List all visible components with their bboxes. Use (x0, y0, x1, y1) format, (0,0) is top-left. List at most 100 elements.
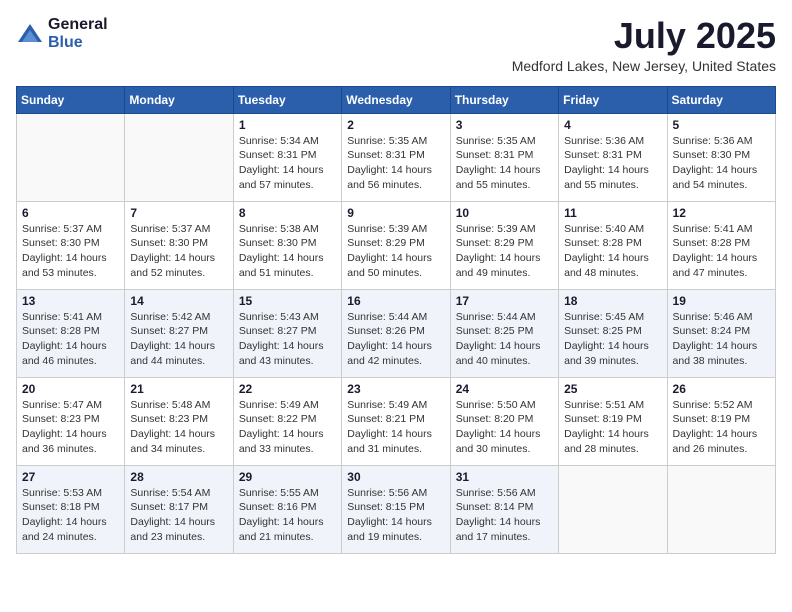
calendar-day-cell: 28Sunrise: 5:54 AM Sunset: 8:17 PM Dayli… (125, 465, 233, 553)
day-info: Sunrise: 5:37 AM Sunset: 8:30 PM Dayligh… (130, 222, 227, 281)
calendar-day-cell: 31 Sunrise: 5:56 AM Sunset: 8:14 PM Dayli… (450, 465, 558, 553)
calendar-day-cell: 9 Sunrise: 5:39 AM Sunset: 8:29 PM Daylig… (342, 201, 450, 289)
location-subtitle: Medford Lakes, New Jersey, United States (512, 58, 776, 74)
calendar-day-cell: 17Sunrise: 5:44 AM Sunset: 8:25 PM Dayli… (450, 289, 558, 377)
calendar-day-cell: 27 Sunrise: 5:53 AM Sunset: 8:18 PM Dayli… (17, 465, 125, 553)
day-info: Sunrise: 5:34 AM Sunset: 8:31 PM Dayligh… (239, 134, 336, 193)
day-number: 24 (456, 382, 553, 396)
day-number: 14 (130, 294, 227, 308)
day-info: Sunrise: 5:38 AM Sunset: 8:30 PM Dayligh… (239, 222, 336, 281)
calendar-day-cell: 15Sunrise: 5:43 AM Sunset: 8:27 PM Dayli… (233, 289, 341, 377)
calendar-day-cell: 23 Sunrise: 5:49 AM Sunset: 8:21 PM Dayli… (342, 377, 450, 465)
day-number: 19 (673, 294, 770, 308)
calendar-col-header: Wednesday (342, 86, 450, 113)
calendar-day-cell: 6 Sunrise: 5:37 AM Sunset: 8:30 PM Daylig… (17, 201, 125, 289)
calendar-day-cell: 25Sunrise: 5:51 AM Sunset: 8:19 PM Dayli… (559, 377, 667, 465)
day-number: 31 (456, 470, 553, 484)
day-info: Sunrise: 5:39 AM Sunset: 8:29 PM Dayligh… (347, 222, 444, 281)
calendar-day-cell (125, 113, 233, 201)
day-info: Sunrise: 5:36 AM Sunset: 8:30 PM Dayligh… (673, 134, 770, 193)
calendar-day-cell: 16 Sunrise: 5:44 AM Sunset: 8:26 PM Dayli… (342, 289, 450, 377)
calendar-col-header: Tuesday (233, 86, 341, 113)
calendar-week-row: 6 Sunrise: 5:37 AM Sunset: 8:30 PM Daylig… (17, 201, 776, 289)
day-number: 10 (456, 206, 553, 220)
day-number: 30 (347, 470, 444, 484)
day-number: 13 (22, 294, 119, 308)
calendar-day-cell: 20Sunrise: 5:47 AM Sunset: 8:23 PM Dayli… (17, 377, 125, 465)
calendar-week-row: 1 Sunrise: 5:34 AM Sunset: 8:31 PM Daylig… (17, 113, 776, 201)
calendar-day-cell: 10Sunrise: 5:39 AM Sunset: 8:29 PM Dayli… (450, 201, 558, 289)
calendar-week-row: 20Sunrise: 5:47 AM Sunset: 8:23 PM Dayli… (17, 377, 776, 465)
logo-blue: Blue (48, 34, 108, 52)
day-info: Sunrise: 5:49 AM Sunset: 8:21 PM Dayligh… (347, 398, 444, 457)
day-number: 20 (22, 382, 119, 396)
day-number: 12 (673, 206, 770, 220)
logo-icon (16, 20, 44, 48)
calendar-day-cell: 1 Sunrise: 5:34 AM Sunset: 8:31 PM Daylig… (233, 113, 341, 201)
day-info: Sunrise: 5:51 AM Sunset: 8:19 PM Dayligh… (564, 398, 661, 457)
calendar-col-header: Sunday (17, 86, 125, 113)
calendar-day-cell: 5 Sunrise: 5:36 AM Sunset: 8:30 PM Daylig… (667, 113, 775, 201)
day-number: 5 (673, 118, 770, 132)
day-info: Sunrise: 5:45 AM Sunset: 8:25 PM Dayligh… (564, 310, 661, 369)
day-info: Sunrise: 5:50 AM Sunset: 8:20 PM Dayligh… (456, 398, 553, 457)
calendar-day-cell: 22Sunrise: 5:49 AM Sunset: 8:22 PM Dayli… (233, 377, 341, 465)
calendar-day-cell: 21Sunrise: 5:48 AM Sunset: 8:23 PM Dayli… (125, 377, 233, 465)
calendar-day-cell: 29 Sunrise: 5:55 AM Sunset: 8:16 PM Dayli… (233, 465, 341, 553)
day-info: Sunrise: 5:56 AM Sunset: 8:14 PM Dayligh… (456, 486, 553, 545)
calendar-day-cell (559, 465, 667, 553)
day-number: 9 (347, 206, 444, 220)
day-number: 26 (673, 382, 770, 396)
calendar-header-row: SundayMondayTuesdayWednesdayThursdayFrid… (17, 86, 776, 113)
day-number: 23 (347, 382, 444, 396)
day-number: 4 (564, 118, 661, 132)
day-info: Sunrise: 5:37 AM Sunset: 8:30 PM Dayligh… (22, 222, 119, 281)
day-number: 6 (22, 206, 119, 220)
day-number: 1 (239, 118, 336, 132)
day-info: Sunrise: 5:48 AM Sunset: 8:23 PM Dayligh… (130, 398, 227, 457)
calendar-day-cell: 24 Sunrise: 5:50 AM Sunset: 8:20 PM Dayli… (450, 377, 558, 465)
logo-text: General Blue (48, 16, 108, 51)
day-info: Sunrise: 5:35 AM Sunset: 8:31 PM Dayligh… (456, 134, 553, 193)
day-info: Sunrise: 5:53 AM Sunset: 8:18 PM Dayligh… (22, 486, 119, 545)
day-info: Sunrise: 5:40 AM Sunset: 8:28 PM Dayligh… (564, 222, 661, 281)
day-info: Sunrise: 5:41 AM Sunset: 8:28 PM Dayligh… (22, 310, 119, 369)
day-info: Sunrise: 5:46 AM Sunset: 8:24 PM Dayligh… (673, 310, 770, 369)
calendar-week-row: 27 Sunrise: 5:53 AM Sunset: 8:18 PM Dayli… (17, 465, 776, 553)
calendar-col-header: Monday (125, 86, 233, 113)
day-info: Sunrise: 5:41 AM Sunset: 8:28 PM Dayligh… (673, 222, 770, 281)
calendar-col-header: Thursday (450, 86, 558, 113)
day-number: 27 (22, 470, 119, 484)
calendar-day-cell: 8 Sunrise: 5:38 AM Sunset: 8:30 PM Daylig… (233, 201, 341, 289)
day-info: Sunrise: 5:55 AM Sunset: 8:16 PM Dayligh… (239, 486, 336, 545)
day-number: 29 (239, 470, 336, 484)
day-info: Sunrise: 5:44 AM Sunset: 8:26 PM Dayligh… (347, 310, 444, 369)
day-info: Sunrise: 5:35 AM Sunset: 8:31 PM Dayligh… (347, 134, 444, 193)
day-number: 16 (347, 294, 444, 308)
day-info: Sunrise: 5:42 AM Sunset: 8:27 PM Dayligh… (130, 310, 227, 369)
calendar-day-cell: 14 Sunrise: 5:42 AM Sunset: 8:27 PM Dayli… (125, 289, 233, 377)
calendar-table: SundayMondayTuesdayWednesdayThursdayFrid… (16, 86, 776, 554)
calendar-col-header: Friday (559, 86, 667, 113)
calendar-day-cell: 7Sunrise: 5:37 AM Sunset: 8:30 PM Daylig… (125, 201, 233, 289)
day-number: 22 (239, 382, 336, 396)
calendar-day-cell: 19 Sunrise: 5:46 AM Sunset: 8:24 PM Dayli… (667, 289, 775, 377)
calendar-day-cell: 4Sunrise: 5:36 AM Sunset: 8:31 PM Daylig… (559, 113, 667, 201)
day-number: 8 (239, 206, 336, 220)
calendar-day-cell (17, 113, 125, 201)
calendar-day-cell: 30 Sunrise: 5:56 AM Sunset: 8:15 PM Dayli… (342, 465, 450, 553)
calendar-week-row: 13 Sunrise: 5:41 AM Sunset: 8:28 PM Dayli… (17, 289, 776, 377)
day-info: Sunrise: 5:43 AM Sunset: 8:27 PM Dayligh… (239, 310, 336, 369)
day-info: Sunrise: 5:44 AM Sunset: 8:25 PM Dayligh… (456, 310, 553, 369)
day-number: 2 (347, 118, 444, 132)
calendar-day-cell (667, 465, 775, 553)
calendar-col-header: Saturday (667, 86, 775, 113)
calendar-day-cell: 2 Sunrise: 5:35 AM Sunset: 8:31 PM Daylig… (342, 113, 450, 201)
logo-general: General (48, 16, 108, 34)
day-number: 11 (564, 206, 661, 220)
page-header: General Blue July 2025 Medford Lakes, Ne… (16, 16, 776, 74)
day-number: 28 (130, 470, 227, 484)
day-info: Sunrise: 5:56 AM Sunset: 8:15 PM Dayligh… (347, 486, 444, 545)
calendar-day-cell: 12 Sunrise: 5:41 AM Sunset: 8:28 PM Dayli… (667, 201, 775, 289)
day-info: Sunrise: 5:52 AM Sunset: 8:19 PM Dayligh… (673, 398, 770, 457)
